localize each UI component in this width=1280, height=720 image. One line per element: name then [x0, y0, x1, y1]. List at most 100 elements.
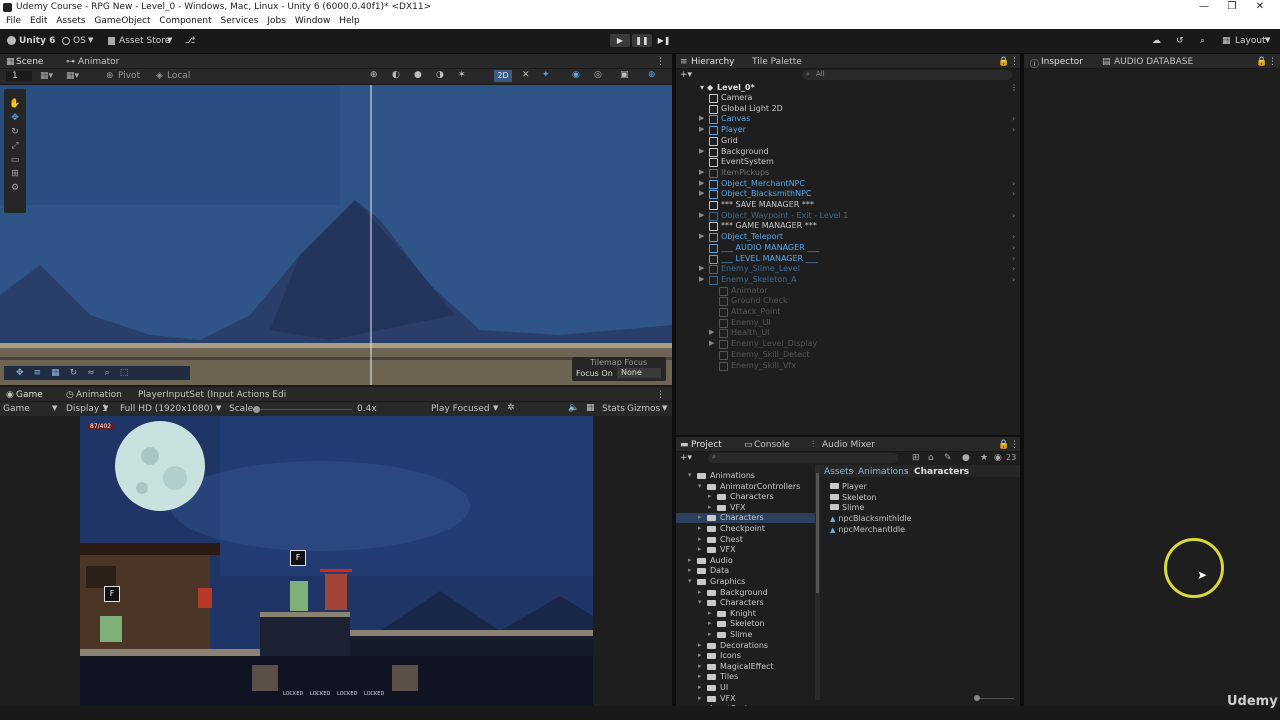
tab-scene[interactable]: Scene — [16, 57, 43, 67]
transform-tool-icon[interactable]: ⊞ — [4, 167, 26, 181]
prefab-chevron-icon[interactable]: › — [1012, 211, 1015, 220]
display-dropdown[interactable]: Display 1 — [66, 404, 108, 414]
icon-size-slider[interactable] — [974, 698, 1014, 699]
create-asset-button[interactable]: +▾ — [680, 453, 692, 463]
menu-assets[interactable]: Assets — [56, 16, 85, 26]
effects-icon[interactable]: ✦ — [542, 70, 550, 80]
hierarchy-row[interactable]: EventSystem — [676, 157, 1020, 168]
chevron-right-icon[interactable]: ▸ — [698, 524, 702, 532]
game-mode-dropdown[interactable]: Game — [3, 404, 30, 414]
folder-tree-item[interactable]: ▸ Slime — [676, 630, 818, 640]
folder-tree-item[interactable]: ▸ Checkpoint — [676, 524, 818, 534]
scale-tool-icon[interactable]: ⤢ — [4, 139, 26, 153]
tab-menu-icon[interactable]: ⋮ — [1268, 57, 1277, 67]
chevron-right-icon[interactable]: ▸ — [708, 492, 712, 500]
expand-arrow-icon[interactable]: ▶ — [699, 211, 704, 219]
chevron-right-icon[interactable]: ▸ — [698, 694, 702, 702]
play-focused-dropdown[interactable]: Play Focused — [431, 404, 490, 414]
draw-mode-icon[interactable]: ◐ — [392, 70, 400, 80]
prefab-chevron-icon[interactable]: › — [1012, 243, 1015, 252]
hierarchy-row[interactable]: *** GAME MANAGER *** — [676, 221, 1020, 232]
prefab-chevron-icon[interactable]: › — [1012, 275, 1015, 284]
os-dropdown[interactable]: OS — [73, 36, 86, 46]
view-tool-icon[interactable]: ✋ — [4, 97, 26, 111]
folder-tree-item[interactable]: ▸ Decorations — [676, 641, 818, 651]
hierarchy-row[interactable]: Animator — [676, 286, 1020, 296]
prefab-chevron-icon[interactable]: › — [1012, 254, 1015, 263]
tab-animator[interactable]: Animator — [78, 57, 119, 67]
asset-item[interactable]: Slime — [830, 503, 864, 513]
chevron-right-icon[interactable]: ▸ — [698, 662, 702, 670]
hierarchy-row[interactable]: Enemy_Skill_Detect — [676, 350, 1020, 360]
expand-arrow-icon[interactable]: ▶ — [699, 125, 704, 133]
folder-tree-item[interactable]: ▾ AnimatorControllers — [676, 482, 818, 492]
chevron-right-icon[interactable]: ▸ — [698, 545, 702, 553]
play-button[interactable]: ▶ — [610, 34, 630, 47]
folder-tree-item[interactable]: ▸ Characters — [676, 513, 818, 524]
folder-tree-item[interactable]: ▸ Chest — [676, 535, 818, 545]
hierarchy-row[interactable]: *** SAVE MANAGER *** — [676, 200, 1020, 210]
asset-store-button[interactable]: Asset Store — [119, 36, 170, 46]
folder-tree-item[interactable]: ▸ VFX — [676, 503, 818, 513]
filter-by-label-icon[interactable]: ⌂ — [928, 453, 934, 463]
folder-tree-item[interactable]: ▸ Tiles — [676, 672, 818, 682]
menu-edit[interactable]: Edit — [30, 16, 47, 26]
hierarchy-row[interactable]: ▶ Object_MerchantNPC › — [676, 179, 1020, 189]
breadcrumb-assets[interactable]: Assets — [824, 467, 853, 477]
orientation-icon[interactable]: ⊕ — [648, 70, 656, 80]
chevron-down-icon[interactable]: ▾ — [698, 598, 702, 606]
hierarchy-row[interactable]: Ground Check — [676, 296, 1020, 307]
audio-icon[interactable]: 🔈 — [568, 403, 579, 413]
fx-icon[interactable]: ✶ — [458, 70, 466, 80]
tab-audio-database[interactable]: AUDIO DATABASE — [1114, 57, 1193, 67]
folder-tree-item[interactable]: ▸ MagicalEffect — [676, 662, 818, 672]
hierarchy-row[interactable]: Attack_Point — [676, 307, 1020, 317]
expand-arrow-icon[interactable]: ▶ — [709, 328, 714, 336]
unity-account-button[interactable]: Unity 6 — [19, 36, 55, 46]
chevron-down-icon[interactable]: ▾ — [698, 482, 702, 490]
hierarchy-row[interactable]: ▶ Object_BlacksmithNPC › — [676, 189, 1020, 200]
menu-component[interactable]: Component — [159, 16, 211, 26]
hierarchy-search-input[interactable]: ⌕ All — [802, 70, 1012, 80]
folder-tree-item[interactable]: ▾ Graphics — [676, 577, 818, 587]
chevron-right-icon[interactable]: ▸ — [698, 641, 702, 649]
scale-slider-thumb[interactable] — [253, 406, 260, 413]
tab-tile-palette[interactable]: Tile Palette — [752, 57, 802, 67]
hierarchy-row[interactable]: Enemy_UI — [676, 318, 1020, 328]
history-icon[interactable]: ↺ — [1176, 36, 1184, 46]
hierarchy-row[interactable]: ___ LEVEL MANAGER ___ › — [676, 254, 1020, 264]
expand-arrow-icon[interactable]: ▶ — [709, 339, 714, 347]
chevron-right-icon[interactable]: ▸ — [698, 672, 702, 680]
lock-icon[interactable]: 🔒 — [1256, 57, 1267, 67]
tab-inspector[interactable]: Inspector — [1041, 57, 1083, 67]
grid-icon[interactable]: ▦ — [586, 403, 595, 413]
focus-on-dropdown[interactable]: None — [617, 368, 661, 378]
mode-2d-toggle[interactable]: 2D — [494, 70, 512, 82]
expand-arrow-icon[interactable]: ▶ — [699, 264, 704, 272]
hierarchy-row[interactable]: ▶ Object_Waypoint - Exit - Level 1 › — [676, 211, 1020, 221]
hierarchy-row[interactable]: ▶ Canvas › — [676, 114, 1020, 125]
folder-tree-item[interactable]: ▾ Animations — [676, 471, 818, 481]
asset-item[interactable]: Player — [830, 482, 867, 492]
hierarchy-row[interactable]: ▶ Health_UI — [676, 328, 1020, 339]
account-icon[interactable] — [7, 36, 16, 45]
chevron-right-icon[interactable]: ▸ — [698, 588, 702, 596]
grid-icon[interactable]: ▦▾ — [66, 71, 79, 81]
menu-file[interactable]: File — [6, 16, 21, 26]
folder-tree-item[interactable]: ▸ UI — [676, 683, 818, 693]
rect-tool-icon[interactable]: ▭ — [4, 153, 26, 167]
tile-tool-icons[interactable]: ✥≡▦↻≈⌕⬚ — [4, 368, 138, 378]
hierarchy-row[interactable]: ___ AUDIO MANAGER ___ › — [676, 243, 1020, 253]
save-search-icon[interactable]: ✎ — [944, 453, 952, 463]
gizmos-button[interactable]: Gizmos — [627, 404, 660, 414]
hierarchy-row[interactable]: Enemy_Skill_Vfx — [676, 361, 1020, 371]
hierarchy-row[interactable]: Global Light 2D — [676, 104, 1020, 114]
lock-icon[interactable]: 🔒 — [998, 57, 1009, 67]
chevron-right-icon[interactable]: ▸ — [708, 619, 712, 627]
chevron-right-icon[interactable]: ▸ — [688, 704, 692, 706]
chevron-right-icon[interactable]: ▸ — [688, 556, 692, 564]
menu-services[interactable]: Services — [221, 16, 259, 26]
prefab-chevron-icon[interactable]: › — [1012, 114, 1015, 123]
favorite-star-icon[interactable]: ★ — [980, 453, 988, 463]
stats-button[interactable]: Stats — [602, 404, 625, 414]
